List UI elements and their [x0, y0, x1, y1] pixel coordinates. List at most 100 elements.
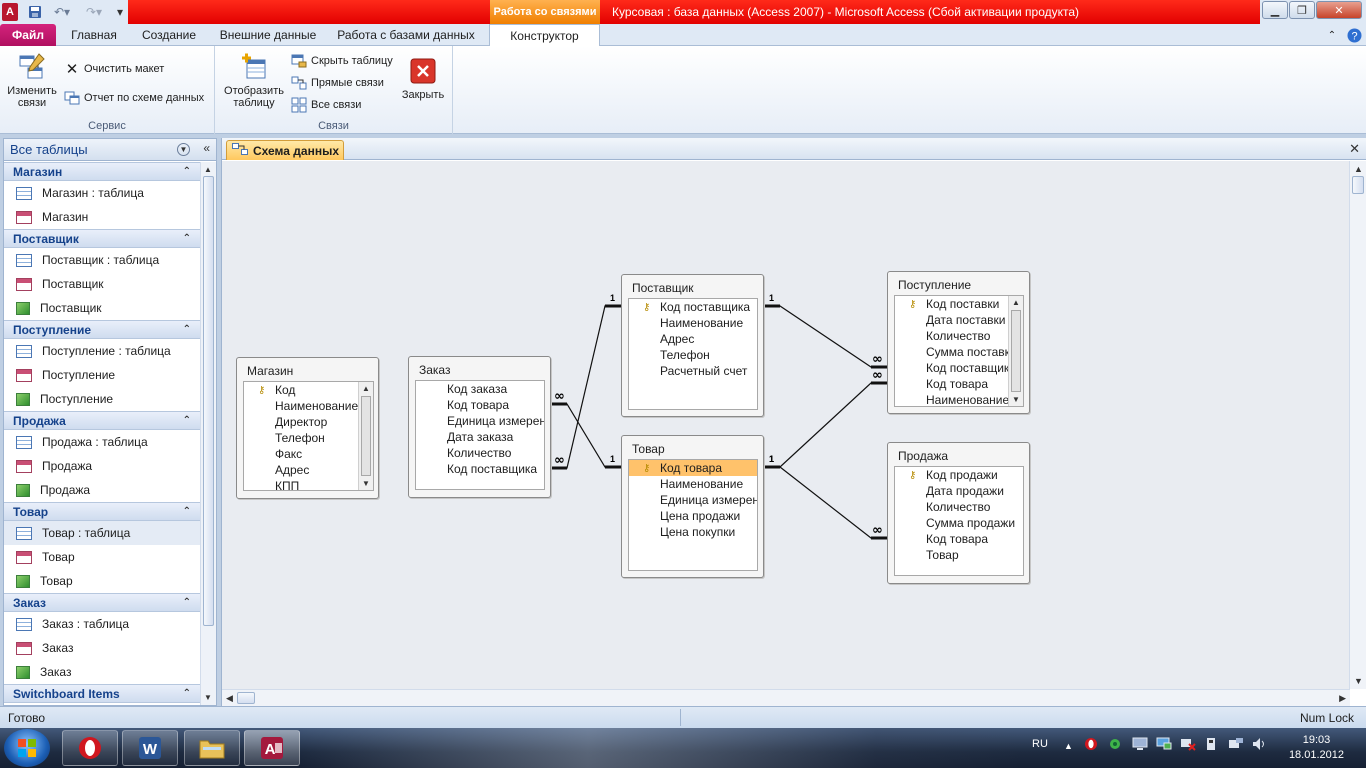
clock[interactable]: 19:03 18.01.2012 — [1289, 733, 1344, 763]
field-row[interactable]: Код заказа — [416, 381, 544, 397]
nav-item[interactable]: Поставщик — [4, 272, 201, 296]
field-row[interactable]: Дата продажи — [895, 483, 1023, 499]
no-connection-icon[interactable] — [1180, 737, 1196, 754]
relationship-report-button[interactable]: Отчет по схеме данных — [64, 90, 204, 106]
field-row[interactable]: Цена покупки — [629, 524, 757, 540]
all-relationships-button[interactable]: Все связи — [291, 97, 361, 113]
field-row[interactable]: ⚷ Код поставки — [895, 296, 1008, 312]
tab-create[interactable]: Создание — [134, 24, 204, 46]
field-row[interactable]: КПП — [244, 478, 358, 490]
tab-external-data[interactable]: Внешние данные — [214, 24, 322, 46]
hide-table-button[interactable]: Скрыть таблицу — [291, 53, 393, 69]
field-row[interactable]: Наименование — [629, 476, 757, 492]
table-window-tovar[interactable]: Товар ⚷ Код товара Наименование Единица изме… — [621, 435, 764, 578]
field-row[interactable]: Цена продажи — [629, 508, 757, 524]
word-taskbar-button[interactable]: W — [122, 730, 178, 766]
maximize-button[interactable]: ❐ — [1289, 1, 1315, 19]
field-row[interactable]: ⚷ Код товара — [629, 460, 757, 476]
field-row[interactable]: Сумма продажи — [895, 515, 1023, 531]
nav-group-header[interactable]: Продажа ⌃ — [4, 411, 201, 430]
nav-group-header[interactable]: Товар ⌃ — [4, 502, 201, 521]
table-window-title[interactable]: Заказ — [419, 363, 450, 377]
help-icon[interactable]: ? — [1344, 24, 1364, 46]
field-row[interactable]: Количество — [895, 499, 1023, 515]
table-window-prodazha[interactable]: Продажа ⚷ Код продажи Дата продажи Количеств… — [887, 442, 1030, 584]
relationships-canvas[interactable]: 1 ∞ 1 ∞ 1 ∞ 1 ∞ 1 ∞ Магазин ⚷ Код Наименование Директ… — [222, 161, 1350, 689]
scroll-down-arrow[interactable]: ▼ — [204, 693, 212, 702]
display-icon[interactable] — [1132, 737, 1148, 754]
field-row[interactable]: Расчетный счет — [629, 363, 757, 379]
scroll-down-arrow[interactable]: ▼ — [1354, 676, 1363, 686]
nav-item[interactable]: Поступление — [4, 363, 201, 387]
table-window-magazin[interactable]: Магазин ⚷ Код Наименование Директор Телефон Фа… — [236, 357, 379, 499]
undo-icon[interactable]: ↶▾ — [50, 3, 74, 21]
nav-item[interactable]: Товар : таблица — [4, 521, 201, 545]
scroll-thumb[interactable] — [203, 176, 214, 626]
vertical-scrollbar[interactable]: ▲ ▼ — [1349, 161, 1366, 689]
relationship-line[interactable]: 1∞ — [551, 293, 621, 470]
chevron-up-icon[interactable]: ⌃ — [183, 233, 191, 244]
nav-item[interactable]: Заказ : таблица — [4, 612, 201, 636]
nav-item[interactable]: Магазин — [4, 205, 201, 229]
nav-group-header[interactable]: Поступление ⌃ — [4, 320, 201, 339]
table-window-title[interactable]: Продажа — [898, 449, 948, 463]
direct-relationships-button[interactable]: Прямые связи — [291, 75, 384, 91]
field-row[interactable]: Код товара — [895, 531, 1023, 547]
field-row[interactable]: Дата поставки — [895, 312, 1008, 328]
field-row[interactable]: Количество — [895, 328, 1008, 344]
collapse-ribbon-icon[interactable]: ⌃ — [1322, 24, 1342, 46]
nav-item[interactable]: Поступление : таблица — [4, 339, 201, 363]
field-row[interactable]: Код поставщика — [416, 461, 544, 477]
nav-item[interactable]: Продажа — [4, 454, 201, 478]
table-window-title[interactable]: Товар — [632, 442, 665, 456]
field-row[interactable]: Единица измерения — [416, 413, 544, 429]
redo-icon[interactable]: ↷▾ — [82, 3, 106, 21]
table-window-title[interactable]: Поставщик — [632, 281, 694, 295]
close-window-button[interactable]: ✕ — [1316, 1, 1362, 19]
table-window-title[interactable]: Поступление — [898, 278, 971, 292]
field-row[interactable]: ⚷ Код продажи — [895, 467, 1023, 483]
nav-item[interactable]: Продажа : таблица — [4, 430, 201, 454]
gear-icon[interactable] — [1108, 737, 1122, 754]
network-status-icon[interactable] — [1228, 737, 1244, 754]
field-row[interactable]: ⚷ Код поставщика — [629, 299, 757, 315]
table-window-title[interactable]: Магазин — [247, 364, 293, 378]
scroll-left-arrow[interactable]: ◀ — [226, 693, 233, 704]
nav-item[interactable]: Заказ — [4, 660, 201, 684]
scroll-down-arrow[interactable]: ▼ — [1012, 395, 1020, 404]
field-row[interactable]: Адрес — [244, 462, 358, 478]
scroll-thumb[interactable] — [1011, 310, 1021, 392]
close-document-icon[interactable]: ✕ — [1349, 141, 1360, 157]
customize-qat-icon[interactable]: ▾ — [114, 3, 126, 21]
chevron-up-icon[interactable]: ⌃ — [183, 166, 191, 177]
table-window-postavshik[interactable]: Поставщик ⚷ Код поставщика Наименование Адре… — [621, 274, 764, 417]
close-relationships-button[interactable]: Закрыть — [397, 56, 449, 101]
field-row[interactable]: Телефон — [629, 347, 757, 363]
field-row[interactable]: Факс — [244, 446, 358, 462]
nav-item[interactable]: Товар — [4, 545, 201, 569]
nav-group-header[interactable]: Поставщик ⌃ — [4, 229, 201, 248]
access-app-icon[interactable]: A — [2, 3, 18, 21]
relationship-line[interactable]: 1∞ — [764, 293, 887, 369]
collapse-pane-icon[interactable]: « — [203, 141, 210, 155]
show-table-button[interactable]: Отобразить таблицу — [219, 52, 289, 109]
minimize-button[interactable]: ▁ — [1262, 1, 1288, 19]
volume-icon[interactable] — [1252, 737, 1268, 754]
navigation-pane-header[interactable]: Все таблицы ▼ « — [4, 139, 216, 161]
nav-group-header[interactable]: Магазин ⌃ — [4, 162, 201, 181]
opera-tray-icon[interactable] — [1084, 737, 1098, 754]
nav-group-header[interactable]: Заказ ⌃ — [4, 593, 201, 612]
nav-item[interactable]: Магазин : таблица — [4, 181, 201, 205]
horizontal-scrollbar[interactable]: ◀ ▶ — [222, 689, 1350, 706]
field-row[interactable]: Наименование — [629, 315, 757, 331]
scroll-down-arrow[interactable]: ▼ — [362, 479, 370, 488]
table-window-postuplenie[interactable]: Поступление ⚷ Код поставки Дата поставки Кол… — [887, 271, 1030, 414]
field-row[interactable]: Телефон — [244, 430, 358, 446]
field-row[interactable]: Сумма поставки — [895, 344, 1008, 360]
scroll-up-arrow[interactable]: ▲ — [362, 384, 370, 393]
nav-item[interactable]: Товар — [4, 569, 201, 593]
usb-device-icon[interactable] — [1204, 737, 1218, 754]
field-row[interactable]: Код товара — [416, 397, 544, 413]
edit-relationships-button[interactable]: Изменить связи — [4, 52, 60, 109]
field-row[interactable]: Товар — [895, 547, 1023, 563]
